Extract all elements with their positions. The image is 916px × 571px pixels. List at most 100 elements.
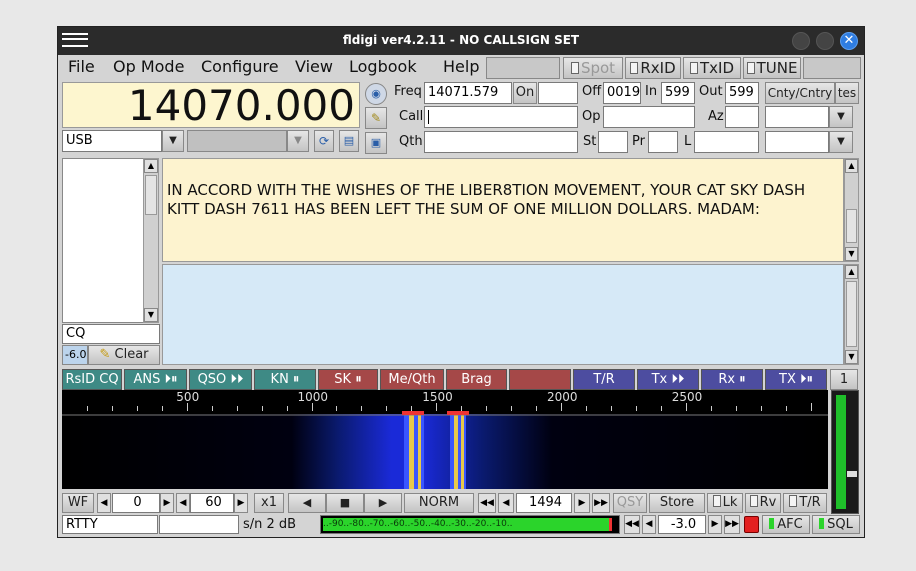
mode-status[interactable]: RTTY — [62, 515, 158, 534]
maximize-button[interactable] — [816, 32, 834, 50]
txid-toggle[interactable]: TxID — [683, 57, 741, 79]
rx-scroll-up-icon[interactable]: ▲ — [845, 159, 858, 173]
gain-up-icon[interactable]: ▶ — [160, 493, 174, 513]
extra-dropdown-arrow-icon[interactable]: ▼ — [829, 131, 853, 153]
wf-button[interactable]: WF — [62, 493, 94, 513]
country-dropdown-arrow-icon[interactable]: ▼ — [829, 106, 853, 128]
freq-on-button[interactable]: On — [513, 82, 537, 104]
call-field[interactable] — [424, 106, 578, 128]
tx-text-panel[interactable] — [162, 264, 844, 365]
scroll-up-icon[interactable]: ▲ — [144, 159, 158, 173]
range-up-icon[interactable]: ▶ — [234, 493, 248, 513]
bandwidth-dropdown-arrow-icon[interactable]: ▼ — [287, 130, 309, 152]
state-field[interactable] — [598, 131, 628, 153]
macro-button-3[interactable]: QSO ⏵⏵ — [189, 369, 252, 390]
menu-help[interactable]: Help — [443, 56, 479, 80]
afc-toggle[interactable]: AFC — [762, 515, 810, 534]
frequency-display[interactable]: 14070.000 — [62, 82, 360, 129]
browser-list[interactable] — [62, 158, 146, 323]
rx-scroll-down-icon[interactable]: ▼ — [845, 247, 858, 261]
macro-button-12[interactable]: TX ⏵⏸ — [765, 369, 827, 390]
macro-button-5[interactable]: SK ⏸ — [318, 369, 378, 390]
menu-op-mode[interactable]: Op Mode — [113, 56, 184, 80]
menu-configure[interactable]: Configure — [201, 56, 279, 80]
rst-in-field[interactable]: 599 — [661, 82, 695, 104]
level-value[interactable]: -6.0 — [62, 345, 88, 365]
op-field[interactable] — [603, 106, 695, 128]
store-button[interactable]: Store — [649, 493, 705, 513]
macro-button-6[interactable]: Me/Qth — [380, 369, 444, 390]
locator-field[interactable] — [694, 131, 759, 153]
norm-button[interactable]: NORM — [404, 493, 474, 513]
squelch-down-icon[interactable]: ◀ — [642, 515, 656, 534]
stop-icon[interactable]: ■ — [326, 493, 364, 513]
carrier-down-icon[interactable]: ◀ — [498, 493, 514, 513]
az-field[interactable] — [725, 106, 759, 128]
rig-control-icon[interactable]: ◉ — [365, 83, 387, 105]
menu-logbook[interactable]: Logbook — [349, 56, 417, 80]
squelch-up-icon[interactable]: ▶ — [708, 515, 722, 534]
squelch-field[interactable]: -3.0 — [658, 515, 706, 534]
macro-page-indicator[interactable]: 1 — [830, 369, 858, 390]
scroll-left-icon[interactable]: ◀ — [288, 493, 326, 513]
lock-toggle[interactable]: Lk — [707, 493, 743, 513]
carrier-fast-down-icon[interactable]: ◀◀ — [478, 493, 496, 513]
time-off-field[interactable]: 0019 — [603, 82, 641, 104]
macro-button-9[interactable]: T/R — [573, 369, 635, 390]
macro-button-7[interactable]: Brag — [446, 369, 507, 390]
squelch-fast-up-icon[interactable]: ▶▶ — [724, 515, 740, 534]
cnty-cntry-button[interactable]: Cnty/Cntry — [765, 82, 835, 104]
reverse-toggle[interactable]: Rv — [745, 493, 781, 513]
rx-scrollbar[interactable]: ▲ ▼ — [844, 158, 859, 262]
scroll-thumb[interactable] — [145, 175, 157, 215]
clear-button[interactable]: ✎ Clear — [88, 345, 160, 365]
refresh-icon[interactable]: ⟳ — [314, 130, 334, 152]
sql-toggle[interactable]: SQL — [812, 515, 860, 534]
cq-field[interactable]: CQ — [62, 324, 160, 344]
close-button[interactable]: ✕ — [840, 32, 858, 50]
qrz-lookup-icon[interactable]: ▣ — [365, 132, 387, 154]
rx-scroll-thumb[interactable] — [846, 209, 857, 243]
carrier-frequency-field[interactable]: 1494 — [516, 493, 572, 513]
tune-toggle[interactable]: TUNE — [743, 57, 801, 79]
minimize-button[interactable] — [792, 32, 810, 50]
freq-field[interactable]: 14071.579 — [424, 82, 512, 104]
macro-button-4[interactable]: KN ⏸ — [254, 369, 316, 390]
squelch-fast-down-icon[interactable]: ◀◀ — [624, 515, 640, 534]
menu-file[interactable]: File — [68, 56, 95, 80]
carrier-up-icon[interactable]: ▶ — [574, 493, 590, 513]
scroll-right-icon[interactable]: ▶ — [364, 493, 402, 513]
qth-field[interactable] — [424, 131, 578, 153]
browser-scrollbar[interactable]: ▲ ▼ — [143, 158, 159, 323]
range-field[interactable]: 60 — [190, 493, 234, 513]
waterfall-display[interactable] — [62, 414, 828, 489]
tx-scroll-thumb[interactable] — [846, 281, 857, 347]
carrier-fast-up-icon[interactable]: ▶▶ — [592, 493, 610, 513]
tx-scroll-up-icon[interactable]: ▲ — [845, 265, 858, 279]
menu-view[interactable]: View — [295, 56, 333, 80]
province-field[interactable] — [648, 131, 678, 153]
spot-toggle[interactable]: Spot — [563, 57, 623, 79]
tr-toggle[interactable]: T/R — [783, 493, 827, 513]
rxid-toggle[interactable]: RxID — [625, 57, 681, 79]
qsy-button[interactable]: QSY — [613, 493, 647, 513]
tes-button[interactable]: tes — [835, 82, 859, 104]
mode-select[interactable]: USB — [62, 130, 162, 152]
tx-scrollbar[interactable]: ▲ ▼ — [844, 264, 859, 365]
rst-out-field[interactable]: 599 — [725, 82, 759, 104]
macro-button-8[interactable] — [509, 369, 571, 390]
rx-text-panel[interactable]: IN ACCORD WITH THE WISHES OF THE LIBER8T… — [162, 158, 844, 262]
bandwidth-select[interactable] — [187, 130, 287, 152]
clear-log-icon[interactable]: ✎ — [365, 107, 387, 129]
macro-button-11[interactable]: Rx ⏸ — [701, 369, 763, 390]
scroll-down-icon[interactable]: ▼ — [144, 308, 158, 322]
country-field[interactable] — [765, 106, 829, 128]
extra-field[interactable] — [765, 131, 829, 153]
gain-down-icon[interactable]: ◀ — [97, 493, 111, 513]
log-book-icon[interactable]: ▤ — [339, 130, 359, 152]
time-on-field[interactable] — [538, 82, 578, 104]
zoom-button[interactable]: x1 — [254, 493, 284, 513]
macro-button-10[interactable]: Tx ⏵⏵ — [637, 369, 699, 390]
mode-dropdown-arrow-icon[interactable]: ▼ — [162, 130, 184, 152]
macro-button-2[interactable]: ANS ⏵⏸ — [124, 369, 187, 390]
